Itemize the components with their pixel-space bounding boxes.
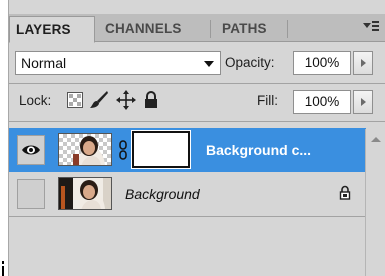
opacity-label: Opacity:	[225, 55, 275, 70]
layer-name[interactable]: Background c...	[206, 141, 311, 159]
blend-mode-value: Normal	[21, 55, 67, 71]
layers-list-empty-area	[9, 217, 366, 276]
lock-move-icon[interactable]	[116, 90, 136, 110]
lock-paint-icon[interactable]	[89, 90, 109, 110]
lock-all-icon[interactable]	[144, 91, 158, 109]
layers-panel: LAYERS CHANNELS PATHS Normal Opacity: 10…	[8, 0, 385, 276]
layers-scrollbar[interactable]	[365, 129, 385, 276]
visibility-toggle[interactable]	[17, 179, 45, 209]
lock-transparent-icon[interactable]	[67, 92, 83, 108]
text-cursor	[0, 261, 5, 276]
tab-divider	[210, 20, 211, 38]
tab-paths[interactable]: PATHS	[216, 16, 273, 42]
fill-input[interactable]: 100%	[293, 90, 351, 114]
fill-slider-button[interactable]	[353, 90, 373, 114]
layer-thumbnail[interactable]	[58, 133, 112, 166]
photo-thumbnail-image	[73, 136, 105, 165]
panel-tab-bar: LAYERS CHANNELS PATHS	[9, 14, 385, 43]
scroll-up-icon[interactable]	[371, 137, 381, 142]
photo-thumbnail-image	[59, 178, 111, 209]
layer-name[interactable]: Background	[125, 185, 200, 203]
lock-icon	[339, 185, 351, 200]
divider	[9, 83, 385, 84]
layer-row[interactable]: Background c...	[9, 128, 366, 172]
opacity-slider-button[interactable]	[353, 51, 373, 75]
visibility-toggle[interactable]	[17, 135, 45, 165]
tab-channels[interactable]: CHANNELS	[99, 16, 188, 42]
tab-layers[interactable]: LAYERS	[9, 16, 95, 43]
eye-icon	[22, 145, 40, 155]
tab-divider	[287, 20, 288, 38]
chain-link-icon[interactable]	[119, 140, 127, 160]
divider	[9, 121, 385, 122]
layer-thumbnail[interactable]	[58, 177, 112, 210]
fill-label: Fill:	[257, 93, 278, 108]
lock-label: Lock:	[19, 93, 52, 108]
layer-mask-thumbnail[interactable]	[132, 131, 190, 168]
dropdown-caret-icon	[204, 61, 214, 67]
panel-menu-icon[interactable]	[363, 19, 379, 33]
layer-row[interactable]: Background	[9, 172, 366, 216]
blend-mode-select[interactable]: Normal	[15, 51, 221, 75]
opacity-input[interactable]: 100%	[293, 51, 351, 75]
